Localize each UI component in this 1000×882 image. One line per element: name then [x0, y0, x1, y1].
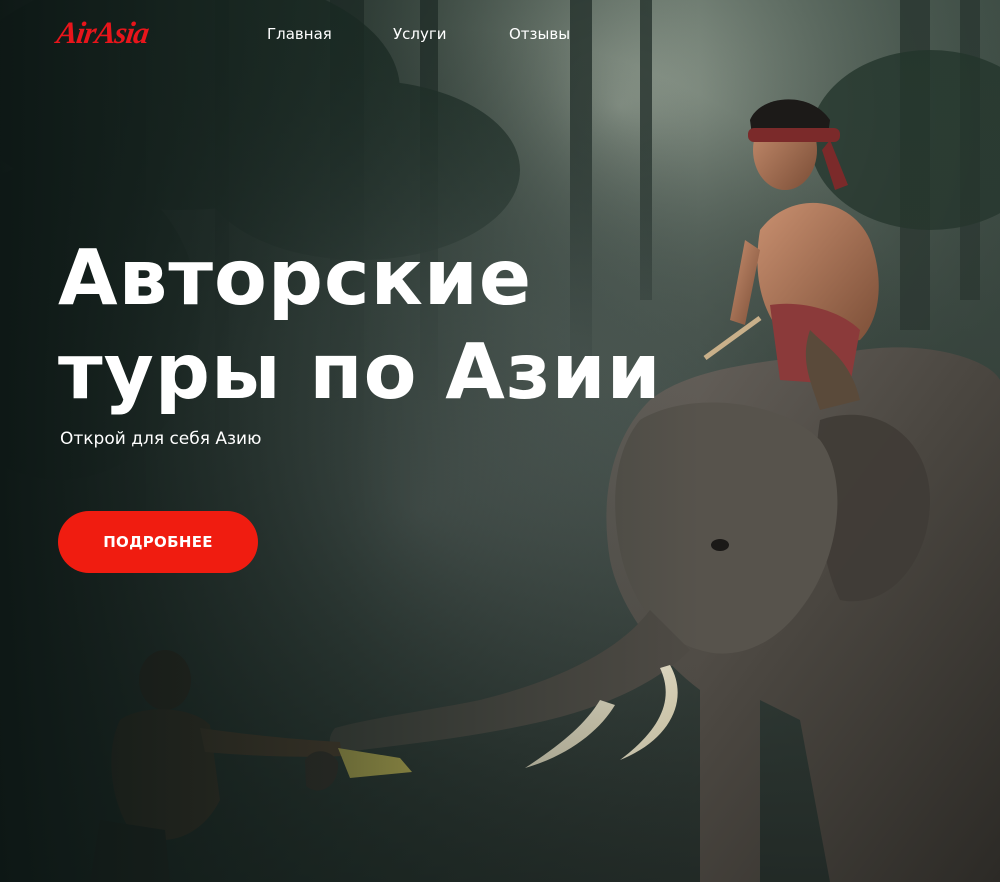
hero-title-line-1: Авторские — [58, 234, 533, 323]
airasia-logo[interactable]: AirAsia — [54, 14, 151, 52]
nav-item-services[interactable]: Услуги — [393, 23, 446, 45]
hero-title: Авторские туры по Азии — [58, 232, 662, 420]
hero-title-line-2: туры по Азии — [58, 328, 662, 417]
nav-item-reviews[interactable]: Отзывы — [509, 23, 570, 45]
nav-item-home[interactable]: Главная — [267, 23, 332, 45]
hero-section: AirAsia Главная Услуги Отзывы Авторские … — [0, 0, 1000, 882]
hero-subtitle: Открой для себя Азию — [60, 429, 262, 449]
more-details-button[interactable]: ПОДРОБНЕЕ — [58, 511, 258, 573]
